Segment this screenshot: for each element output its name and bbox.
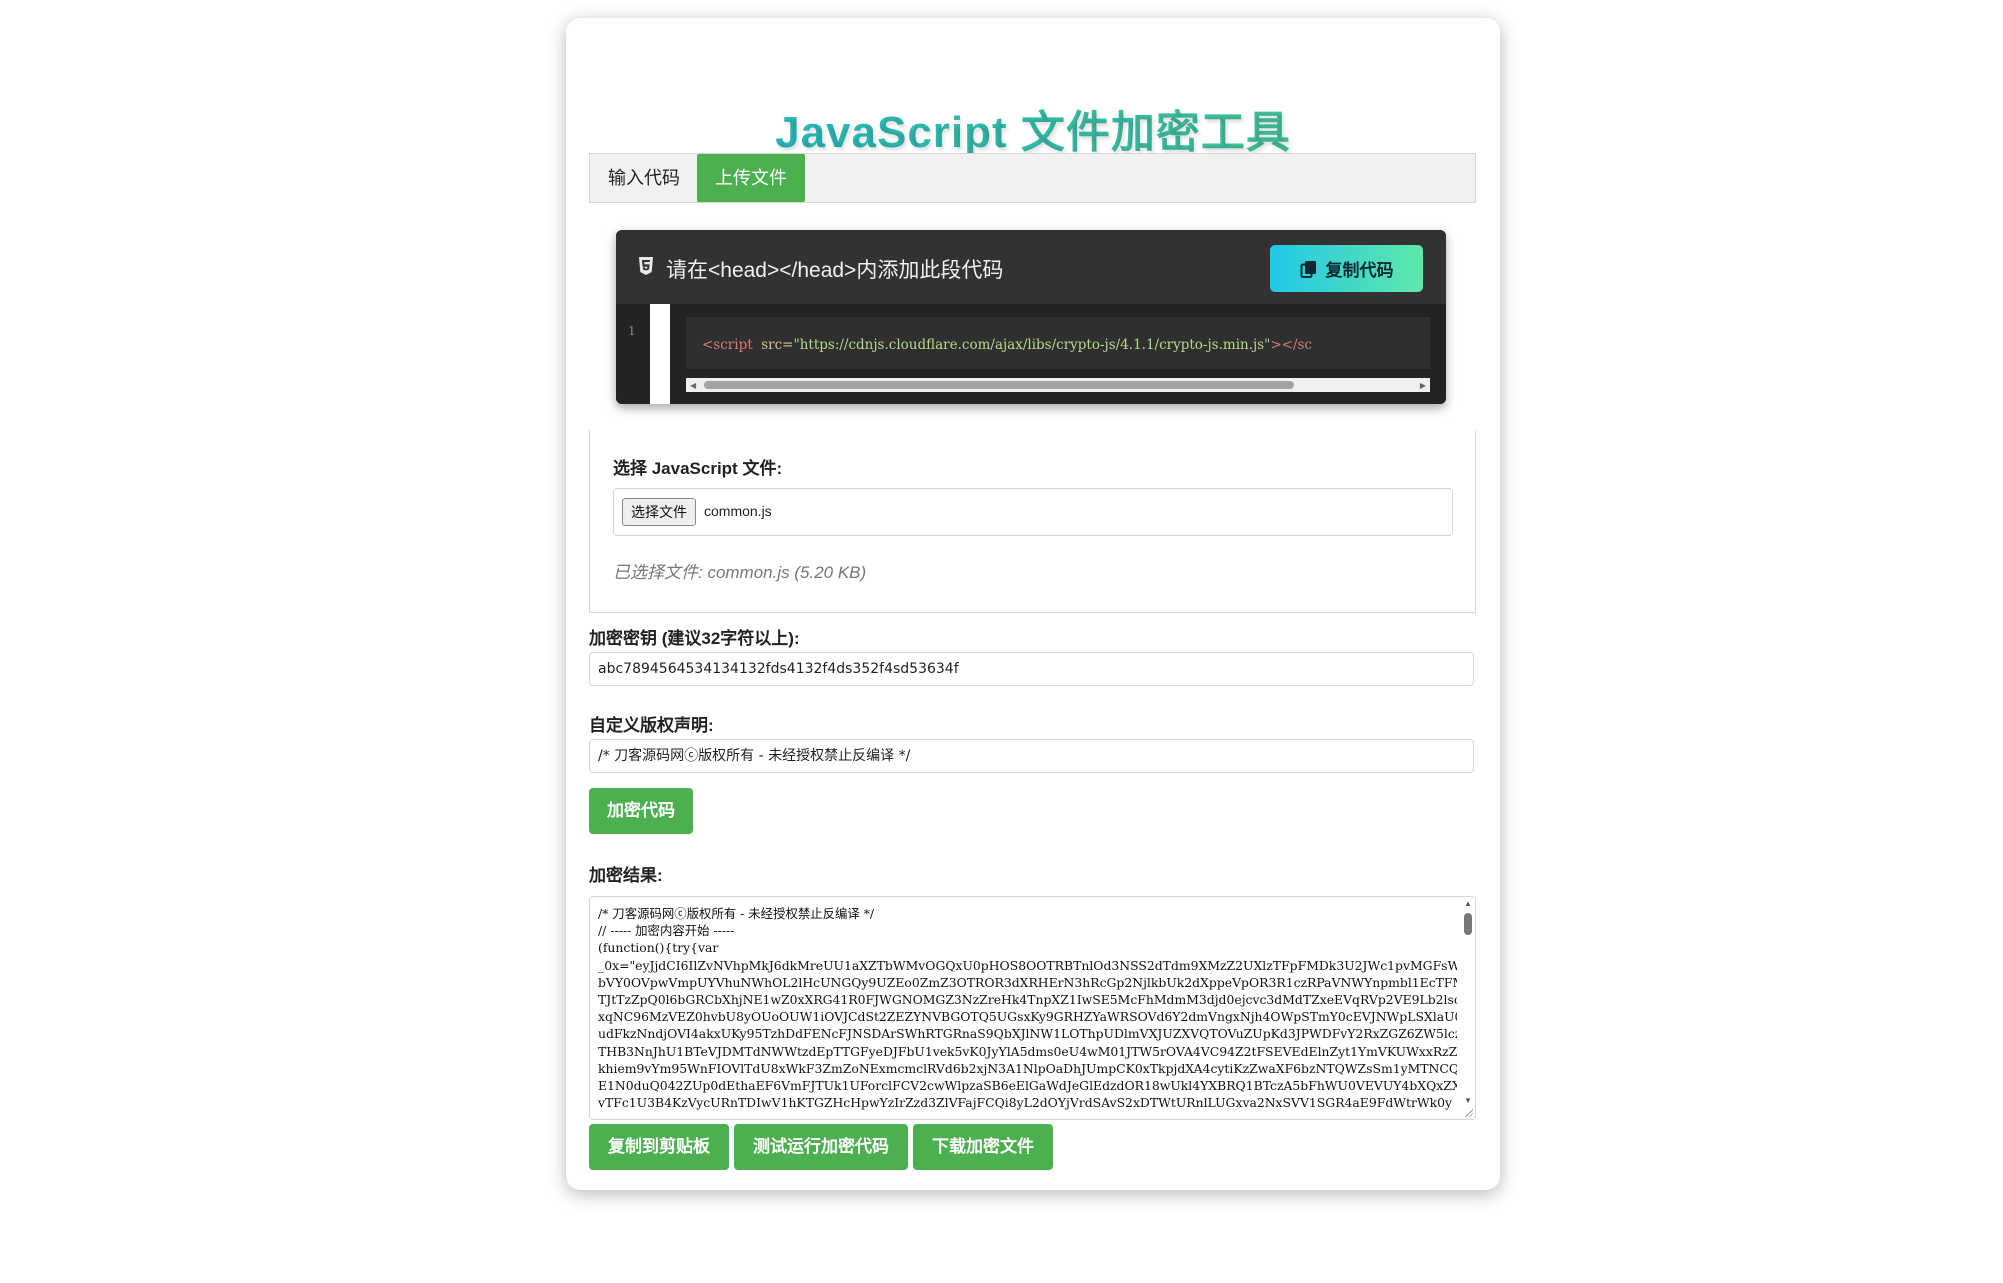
code-line: <script src="https://cdnjs.cloudflare.co… <box>686 317 1430 369</box>
horizontal-scrollbar[interactable]: ◀ ▶ <box>686 378 1430 392</box>
result-textarea[interactable]: /* 刀客源码网ⓒ版权所有 - 未经授权禁止反编译 */ // ----- 加密… <box>589 896 1476 1120</box>
snippet-title: 请在<head></head>内添加此段代码 <box>666 259 1004 282</box>
upload-panel: 选择 JavaScript 文件: 选择文件 common.js 已选择文件: … <box>589 430 1476 613</box>
snippet-header: 请在<head></head>内添加此段代码 复制代码 <box>616 230 1446 304</box>
copy-code-button[interactable]: 复制代码 <box>1270 245 1423 292</box>
result-label: 加密结果: <box>589 866 663 885</box>
code-url: "https://cdnjs.cloudflare.com/ajax/libs/… <box>793 337 1271 353</box>
test-run-button[interactable]: 测试运行加密代码 <box>734 1124 908 1170</box>
key-label: 加密密钥 (建议32字符以上): <box>589 629 800 648</box>
scroll-thumb[interactable] <box>704 381 1294 389</box>
head-code-snippet: 请在<head></head>内添加此段代码 复制代码 1 <script sr… <box>616 230 1446 404</box>
tab-upload-file[interactable]: 上传文件 <box>697 154 805 202</box>
line-number: 1 <box>628 324 636 338</box>
main-card: JavaScript 文件加密工具 输入代码 上传文件 请在<head></he… <box>566 18 1500 1190</box>
copy-code-label: 复制代码 <box>1325 261 1394 280</box>
encrypt-button[interactable]: 加密代码 <box>589 788 693 834</box>
result-text: /* 刀客源码网ⓒ版权所有 - 未经授权禁止反编译 */ // ----- 加密… <box>598 906 1457 1111</box>
selected-file-info: 已选择文件: common.js (5.20 KB) <box>613 563 867 582</box>
file-select-label: 选择 JavaScript 文件: <box>613 459 783 478</box>
page-title: JavaScript 文件加密工具 <box>566 96 1500 160</box>
copy-icon <box>1300 260 1316 278</box>
tab-bar: 输入代码 上传文件 <box>589 153 1476 203</box>
file-input[interactable]: 选择文件 common.js <box>613 488 1453 536</box>
copyright-input[interactable]: /* 刀客源码网ⓒ版权所有 - 未经授权禁止反编译 */ <box>589 739 1474 773</box>
vertical-scrollbar[interactable]: ▲ ▼ <box>1461 897 1475 1119</box>
code-gutter <box>650 304 670 404</box>
scroll-down-icon[interactable]: ▼ <box>1464 1096 1472 1105</box>
choose-file-button[interactable]: 选择文件 <box>622 498 696 526</box>
tab-input-code[interactable]: 输入代码 <box>590 154 698 202</box>
scroll-up-icon[interactable]: ▲ <box>1464 899 1472 908</box>
code-tag-open: <script <box>702 337 753 353</box>
resize-grip-icon[interactable] <box>1464 1108 1473 1117</box>
code-attr: src= <box>761 337 794 353</box>
scroll-left-icon[interactable]: ◀ <box>690 381 696 390</box>
copyright-label: 自定义版权声明: <box>589 716 714 735</box>
code-tag-close: ></sc <box>1270 337 1312 353</box>
scroll-right-icon[interactable]: ▶ <box>1420 381 1426 390</box>
html5-icon <box>639 257 653 275</box>
copy-clipboard-button[interactable]: 复制到剪贴板 <box>589 1124 729 1170</box>
download-button[interactable]: 下载加密文件 <box>913 1124 1053 1170</box>
result-scroll-thumb[interactable] <box>1464 913 1472 935</box>
key-input[interactable]: abc7894564534134132fds4132f4ds352f4sd536… <box>589 652 1474 686</box>
code-editor[interactable]: 1 <script src="https://cdnjs.cloudflare.… <box>616 304 1446 404</box>
file-name: common.js <box>704 503 772 519</box>
code-text: <script src="https://cdnjs.cloudflare.co… <box>702 337 1312 353</box>
